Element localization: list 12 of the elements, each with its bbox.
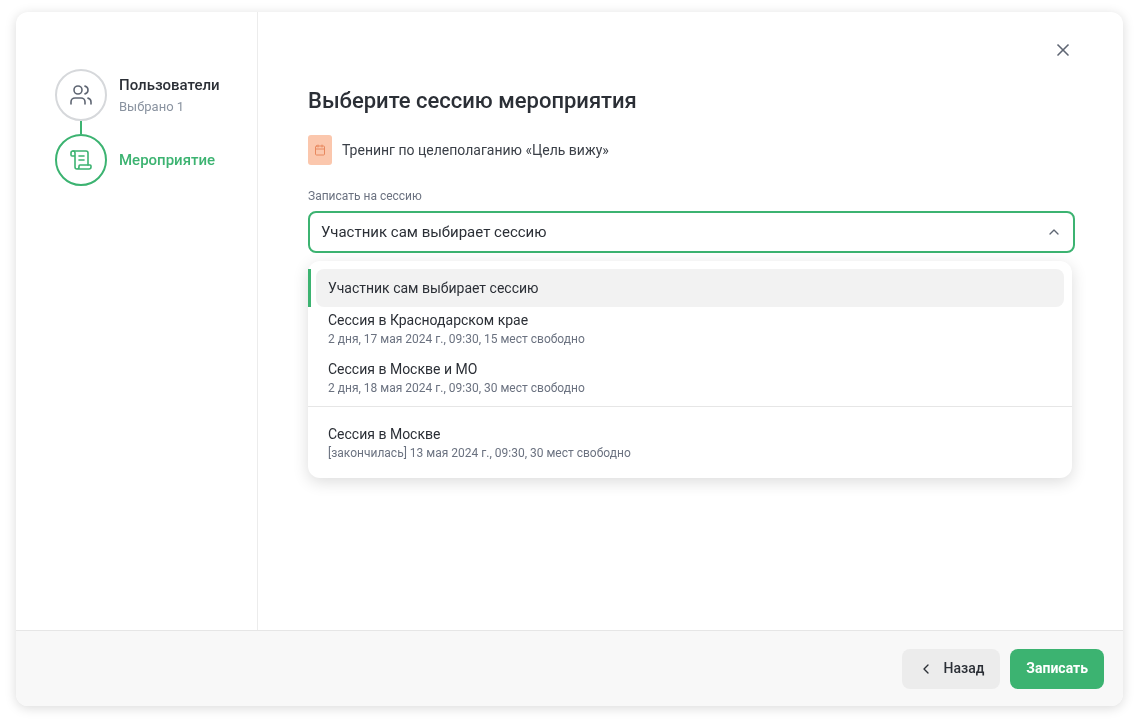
event-icon: [308, 135, 332, 165]
step-title: Мероприятие: [119, 149, 216, 171]
session-select[interactable]: Участник сам выбирает сессию: [308, 211, 1075, 253]
field-label: Записать на сессию: [308, 188, 423, 205]
document-icon: [69, 148, 93, 172]
step-title: Пользователи: [119, 75, 220, 96]
dialog-title: Выберите сессию мероприятия: [308, 87, 638, 115]
event-name: Тренинг по целеполаганию «Цель вижу»: [342, 140, 609, 160]
step-subtitle: Выбрано 1: [119, 97, 186, 116]
session-option[interactable]: Участник сам выбирает сессию: [316, 269, 1064, 307]
back-button[interactable]: Назад: [901, 648, 1001, 689]
users-icon: [69, 83, 93, 107]
